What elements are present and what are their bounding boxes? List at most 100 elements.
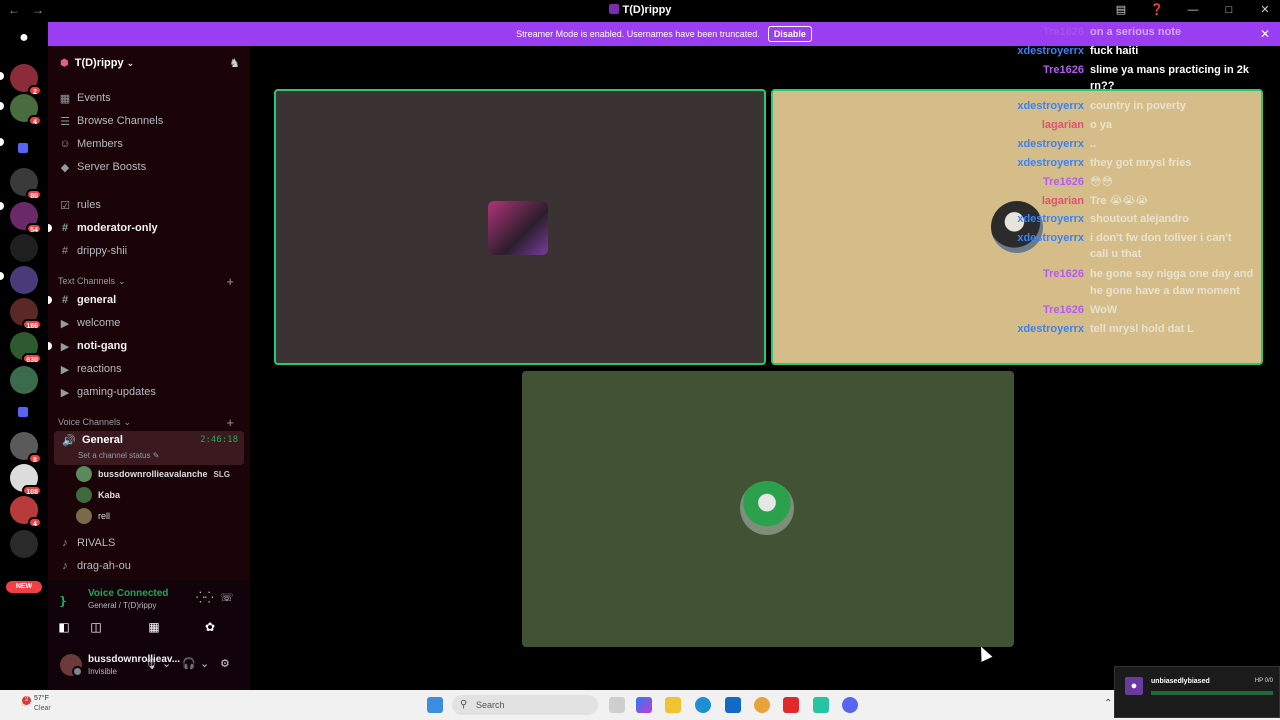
maximize-icon[interactable]: □: [1222, 4, 1236, 16]
category-text-channels[interactable]: Text Channels ⌄ +: [58, 273, 240, 289]
voice-connected-title[interactable]: Voice Connected: [88, 588, 168, 599]
chevron-up-icon[interactable]: ⌃: [1104, 698, 1112, 709]
windows-start-icon[interactable]: [427, 697, 443, 713]
headphones-icon[interactable]: 🎧: [182, 657, 196, 670]
server-icon[interactable]: 108: [10, 464, 42, 496]
channel-drippy-shii[interactable]: # drippy-shii: [58, 241, 240, 261]
copilot-icon[interactable]: [636, 697, 652, 713]
avatar[interactable]: [60, 654, 83, 677]
server-icon[interactable]: 186: [10, 298, 42, 330]
app-icon[interactable]: [813, 697, 829, 713]
server-icon[interactable]: [10, 234, 38, 262]
disconnect-icon[interactable]: ☏: [220, 591, 234, 604]
megaphone-icon: ▶: [60, 317, 70, 330]
folder-icon[interactable]: [18, 143, 28, 153]
server-icon[interactable]: 4: [10, 94, 42, 126]
voice-channel-RIVALS[interactable]: ♪ RIVALS: [58, 533, 240, 553]
server-icon[interactable]: [10, 530, 38, 558]
overlay-notification[interactable]: ● unbiasedlybiased HP 0/0: [1114, 666, 1280, 718]
taskbar-search[interactable]: ⚲ Search: [452, 695, 598, 715]
chrome-icon[interactable]: [754, 697, 770, 713]
add-channel-icon[interactable]: +: [226, 415, 234, 430]
chat-username[interactable]: Tre1626: [1000, 64, 1084, 76]
voice-user[interactable]: Kaba: [76, 485, 120, 505]
discord-home-icon[interactable]: ●: [10, 24, 38, 52]
channel-noti-gang[interactable]: ▶ noti-gang: [48, 336, 240, 356]
gear-icon[interactable]: ⚙: [220, 657, 230, 670]
server-header[interactable]: ⬢ T(D)rippy ⌄ ♞: [48, 46, 250, 80]
server-icon[interactable]: 2: [10, 64, 42, 96]
task-view-icon[interactable]: [609, 697, 625, 713]
close-icon[interactable]: ✕: [1260, 27, 1270, 41]
current-user-status: Invisible: [88, 667, 117, 676]
activities-icon[interactable]: ▦: [130, 618, 178, 636]
server-icon[interactable]: 54: [10, 202, 42, 234]
discord-taskbar-icon[interactable]: [842, 697, 858, 713]
chat-message: Tre1626 slime ya mans practicing in 2k: [1000, 64, 1249, 76]
help-icon[interactable]: ❓: [1150, 3, 1164, 16]
channel-gaming-updates[interactable]: ▶ gaming-updates: [58, 382, 240, 402]
server-icon[interactable]: 630: [10, 332, 42, 364]
microphone-icon[interactable]: 🎙: [144, 657, 158, 670]
noise-suppression-icon[interactable]: ⁛⁛: [196, 591, 214, 604]
channel-label: noti-gang: [77, 340, 128, 352]
chat-username[interactable]: xdestroyerrx: [1000, 157, 1084, 169]
chat-username[interactable]: xdestroyerrx: [1000, 213, 1084, 225]
channel-reactions[interactable]: ▶ reactions: [58, 359, 240, 379]
chat-username[interactable]: lagarian: [1000, 119, 1084, 131]
invite-icon[interactable]: ♞: [229, 56, 240, 70]
channel-moderator-only[interactable]: # moderator-only: [48, 218, 240, 238]
hash-icon: #: [61, 222, 69, 234]
server-icon[interactable]: 80: [10, 168, 42, 200]
chat-username[interactable]: Tre1626: [1000, 26, 1084, 38]
chat-username[interactable]: xdestroyerrx: [1000, 323, 1084, 335]
forward-icon[interactable]: →: [32, 3, 44, 17]
server-icon[interactable]: [10, 366, 38, 394]
screen-share-icon[interactable]: ◫: [72, 618, 120, 636]
close-window-icon[interactable]: ✕: [1258, 3, 1272, 16]
server-icon[interactable]: 8: [10, 432, 42, 464]
nav-server-boosts[interactable]: ◆ Server Boosts: [58, 157, 240, 177]
channel-welcome[interactable]: ▶ welcome: [58, 313, 240, 333]
mail-icon[interactable]: [725, 697, 741, 713]
chevron-down-icon[interactable]: ⌄: [162, 657, 171, 670]
nav-browse-channels[interactable]: ☰ Browse Channels: [58, 111, 240, 131]
notification-badge: 80: [26, 189, 42, 200]
server-icon[interactable]: 4: [10, 496, 42, 528]
chat-username[interactable]: lagarian: [1000, 195, 1084, 207]
back-icon[interactable]: ←: [8, 3, 20, 17]
voice-user[interactable]: bussdownrollieavalanche SLG: [76, 464, 230, 484]
voice-connected-subtitle[interactable]: General / T(D)rippy: [88, 601, 156, 610]
voice-channel-general[interactable]: 🔊 General 2:46:18 Set a channel status ✎: [54, 431, 244, 465]
nav-members[interactable]: ☺ Members: [58, 134, 240, 154]
channel-rules[interactable]: ☑ rules: [58, 195, 240, 215]
chevron-down-icon[interactable]: ⌄: [200, 657, 209, 670]
chat-username[interactable]: Tre1626: [1000, 304, 1084, 316]
voice-channel-drag-ah-ou[interactable]: ♪ drag-ah-ou: [58, 556, 240, 576]
inbox-icon[interactable]: ▤: [1114, 3, 1128, 16]
category-voice-channels[interactable]: Voice Channels ⌄ +: [58, 414, 240, 430]
soundboard-icon[interactable]: ✿: [186, 618, 234, 636]
file-explorer-icon[interactable]: [665, 697, 681, 713]
folder-icon[interactable]: [18, 407, 28, 417]
signal-icon[interactable]: ❵: [58, 594, 68, 608]
participant-tile[interactable]: [522, 371, 1014, 647]
chat-username[interactable]: xdestroyerrx: [1000, 100, 1084, 112]
avatar: [740, 481, 794, 535]
channel-status-link[interactable]: Set a channel status ✎: [78, 451, 159, 460]
server-icon[interactable]: [10, 266, 38, 294]
minimize-icon[interactable]: —: [1186, 4, 1200, 16]
add-channel-icon[interactable]: +: [226, 274, 234, 289]
chat-username[interactable]: xdestroyerrx: [1000, 232, 1084, 244]
chat-username[interactable]: Tre1626: [1000, 176, 1084, 188]
youtube-icon[interactable]: [783, 697, 799, 713]
channel-general[interactable]: # general: [48, 290, 240, 310]
participant-tile[interactable]: [274, 89, 766, 365]
edge-icon[interactable]: [695, 697, 711, 713]
chat-username[interactable]: xdestroyerrx: [1000, 45, 1084, 57]
chat-username[interactable]: xdestroyerrx: [1000, 138, 1084, 150]
chat-username[interactable]: Tre1626: [1000, 268, 1084, 280]
voice-user[interactable]: rell: [76, 506, 110, 526]
nav-events[interactable]: ▦ Events: [58, 88, 240, 108]
disable-streamer-button[interactable]: Disable: [767, 26, 812, 42]
